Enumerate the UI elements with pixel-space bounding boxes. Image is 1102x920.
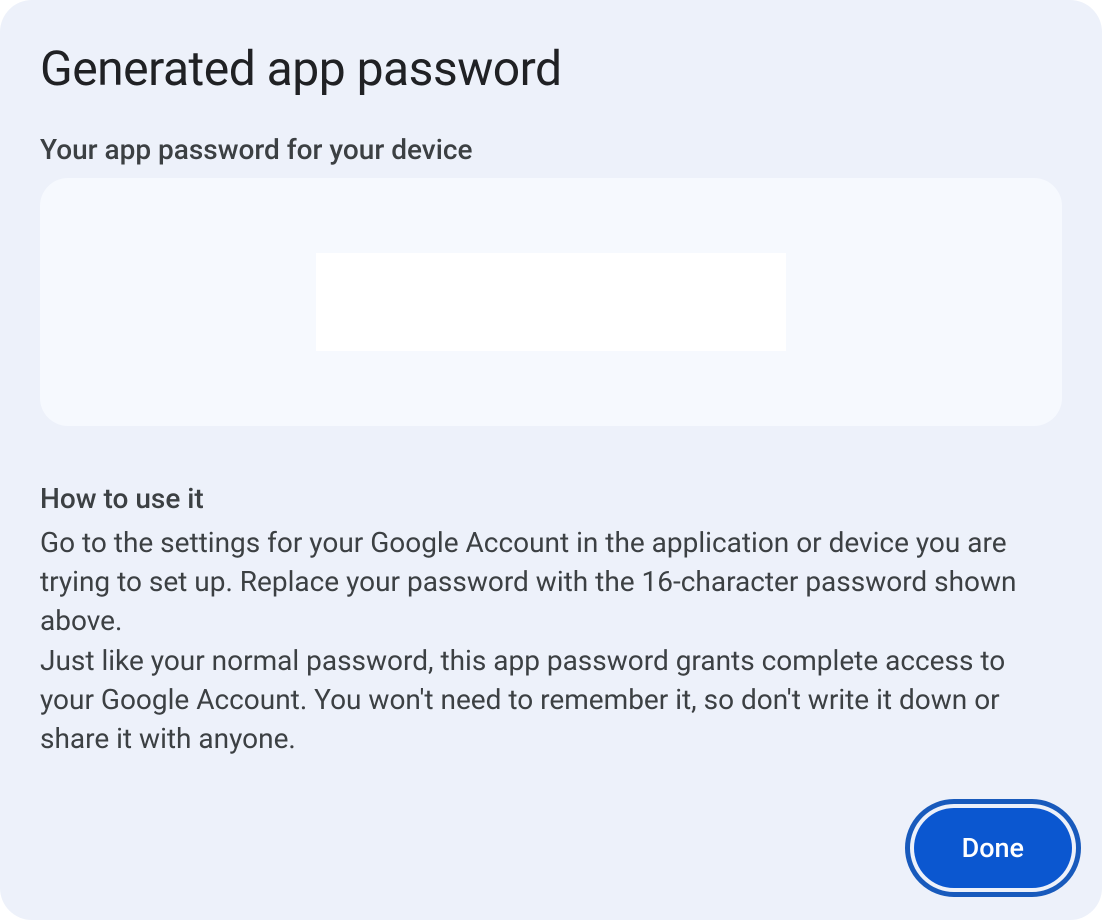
app-password-dialog: Generated app password Your app password… [0,0,1102,920]
description-section: Go to the settings for your Google Accou… [40,523,1062,758]
password-container [40,178,1062,426]
password-display[interactable] [316,253,786,351]
how-to-title: How to use it [40,482,1062,515]
password-subtitle: Your app password for your device [40,133,1062,166]
description-paragraph-2: Just like your normal password, this app… [40,641,1062,759]
description-paragraph-1: Go to the settings for your Google Accou… [40,523,1062,641]
dialog-title: Generated app password [40,40,1062,97]
done-button[interactable]: Done [914,808,1072,888]
